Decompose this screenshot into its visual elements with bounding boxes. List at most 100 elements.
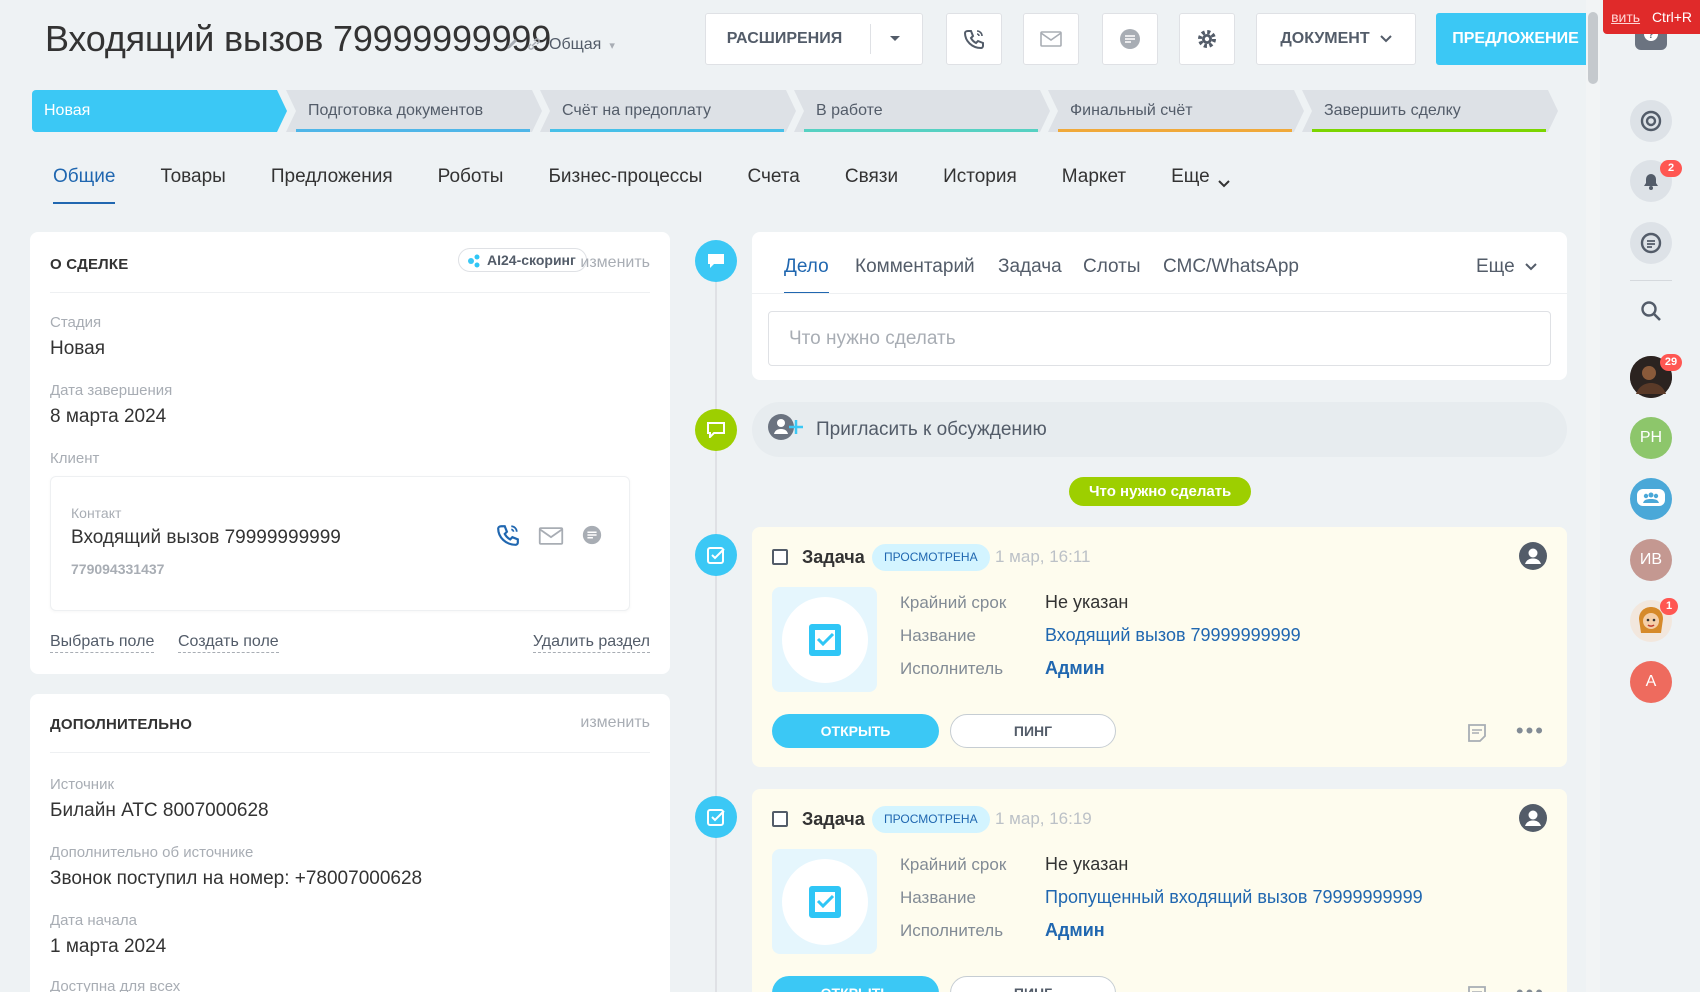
divider xyxy=(50,292,650,293)
create-field-link[interactable]: Создать поле xyxy=(178,632,279,653)
stage-field-label: Стадия xyxy=(50,314,102,331)
page-scrollbar[interactable] xyxy=(1586,0,1600,992)
ping-button[interactable]: ПИНГ xyxy=(950,714,1116,748)
choose-field-link[interactable]: Выбрать поле xyxy=(50,632,155,653)
deadline-value[interactable]: Не указан xyxy=(1045,592,1128,613)
delete-section-link[interactable]: Удалить раздел xyxy=(532,632,650,653)
composer-tab-activity[interactable]: Дело xyxy=(784,256,829,294)
assignee-label: Исполнитель xyxy=(900,921,1004,940)
task-complete-checkbox[interactable] xyxy=(772,549,788,565)
stage-color-bar xyxy=(804,129,1038,132)
composer-tab-sms[interactable]: СМС/WhatsApp xyxy=(1163,256,1299,278)
invite-label: Пригласить к обсуждению xyxy=(816,418,1047,440)
stage-prep-docs[interactable]: Подготовка документов xyxy=(286,90,542,132)
stage-prepay-invoice[interactable]: Счёт на предоплату xyxy=(540,90,796,132)
assignee-link[interactable]: Админ xyxy=(1045,920,1105,941)
more-icon[interactable]: ••• xyxy=(1516,720,1545,742)
user-icon[interactable] xyxy=(1519,542,1547,570)
stage-in-progress[interactable]: В работе xyxy=(794,90,1050,132)
deadline-value[interactable]: Не указан xyxy=(1045,854,1128,875)
composer-tab-comment[interactable]: Комментарий xyxy=(855,256,975,278)
composer-tab-slots[interactable]: Слоты xyxy=(1083,256,1141,278)
extensions-button[interactable]: РАСШИРЕНИЯ xyxy=(705,13,923,65)
deal-tabs: Общие Товары Предложения Роботы Бизнес-п… xyxy=(53,166,1275,204)
avatar[interactable]: РН xyxy=(1630,417,1672,459)
tab-history[interactable]: История xyxy=(943,166,1017,202)
task-name-link[interactable]: Пропущенный входящий вызов 79999999999 xyxy=(1045,887,1423,908)
document-button[interactable]: ДОКУМЕНТ xyxy=(1256,13,1416,65)
source-info-value[interactable]: Звонок поступил на номер: +78007000628 xyxy=(50,868,422,890)
call-button[interactable] xyxy=(946,13,1002,65)
avatar[interactable]: ИВ xyxy=(1630,539,1672,581)
pencil-icon[interactable] xyxy=(505,37,519,54)
mail-icon xyxy=(1040,31,1062,47)
avatar[interactable]: А xyxy=(1630,661,1672,703)
chat-icon[interactable] xyxy=(1630,222,1672,264)
stage-label: Завершить сделку xyxy=(1324,102,1461,119)
settings-button[interactable] xyxy=(1179,13,1235,65)
chevron-down-icon[interactable]: ▾ xyxy=(609,39,615,52)
tab-business-processes[interactable]: Бизнес-процессы xyxy=(548,166,702,202)
about-edit-link[interactable]: изменить xyxy=(580,254,650,272)
note-icon[interactable] xyxy=(1467,985,1487,992)
task-thumbnail xyxy=(772,849,877,954)
more-icon[interactable]: ••• xyxy=(1516,982,1545,992)
group-chat-icon[interactable] xyxy=(1630,478,1672,520)
user-icon[interactable] xyxy=(1519,804,1547,832)
tab-links[interactable]: Связи xyxy=(845,166,898,202)
start-date-value[interactable]: 1 марта 2024 xyxy=(50,936,166,958)
source-value[interactable]: Билайн АТС 8007000628 xyxy=(50,800,269,822)
phone-icon[interactable] xyxy=(496,523,520,552)
tab-robots[interactable]: Роботы xyxy=(438,166,504,202)
tab-products[interactable]: Товары xyxy=(160,166,225,202)
reload-link[interactable]: вить xyxy=(1611,9,1640,25)
assignee-label: Исполнитель xyxy=(900,659,1004,678)
stage-final-invoice[interactable]: Финальный счёт xyxy=(1048,90,1304,132)
scrollbar-thumb[interactable] xyxy=(1588,12,1598,84)
invite-to-discussion[interactable]: Пригласить к обсуждению xyxy=(752,402,1567,457)
stage-new[interactable]: Новая xyxy=(32,90,287,132)
email-button[interactable] xyxy=(1023,13,1079,65)
contact-phone[interactable]: 779094331437 xyxy=(71,561,164,577)
tab-market[interactable]: Маркет xyxy=(1062,166,1126,202)
composer-tab-task[interactable]: Задача xyxy=(998,256,1062,278)
stage-close-deal[interactable]: Завершить сделку xyxy=(1302,90,1558,132)
reload-hint[interactable]: вить Ctrl+R xyxy=(1603,0,1700,34)
close-date-value[interactable]: 8 марта 2024 xyxy=(50,406,166,428)
tab-general[interactable]: Общие xyxy=(53,166,116,204)
mail-icon[interactable] xyxy=(538,527,564,550)
task-title: Задача xyxy=(802,809,865,829)
assignee-link[interactable]: Админ xyxy=(1045,658,1105,679)
contact-label: Контакт xyxy=(71,505,122,521)
task-card: Задача просмотрена 1 мар, 16:19 Крайний … xyxy=(752,789,1567,992)
ai-scoring-chip[interactable]: AI24-скоринг xyxy=(458,248,587,272)
chevron-down-icon[interactable] xyxy=(889,35,901,43)
task-complete-checkbox[interactable] xyxy=(772,811,788,827)
extensions-label: РАСШИРЕНИЯ xyxy=(726,30,843,47)
stage-label: Счёт на предоплату xyxy=(562,102,711,119)
search-icon[interactable] xyxy=(1630,290,1672,332)
category-selector[interactable]: Общая xyxy=(549,36,601,54)
timeline-composer-dot xyxy=(695,240,737,282)
open-task-button[interactable]: ОТКРЫТЬ xyxy=(772,976,939,992)
todo-input[interactable] xyxy=(768,311,1551,366)
contact-name-link[interactable]: Входящий вызов 79999999999 xyxy=(71,527,341,549)
open-task-button[interactable]: ОТКРЫТЬ xyxy=(772,714,939,748)
tab-more[interactable]: Еще xyxy=(1171,166,1230,202)
task-name-link[interactable]: Входящий вызов 79999999999 xyxy=(1045,625,1301,646)
about-title: О СДЕЛКЕ xyxy=(50,256,129,273)
tab-proposals[interactable]: Предложения xyxy=(271,166,393,202)
note-icon[interactable] xyxy=(1467,723,1487,743)
stage-field-value[interactable]: Новая xyxy=(50,338,105,360)
tab-invoices[interactable]: Счета xyxy=(747,166,799,202)
ping-button[interactable]: ПИНГ xyxy=(950,976,1116,992)
additional-edit-link[interactable]: изменить xyxy=(580,714,650,732)
comment-icon xyxy=(708,254,724,268)
link-icon[interactable] xyxy=(527,37,541,54)
activity-composer: Дело Комментарий Задача Слоты СМС/WhatsA… xyxy=(752,232,1567,380)
chat-icon[interactable] xyxy=(581,524,603,551)
task-check-icon xyxy=(707,809,725,826)
chat-button[interactable] xyxy=(1102,13,1158,65)
composer-tab-more[interactable]: Еще xyxy=(1476,256,1537,278)
activity-stream-icon[interactable] xyxy=(1630,100,1672,142)
